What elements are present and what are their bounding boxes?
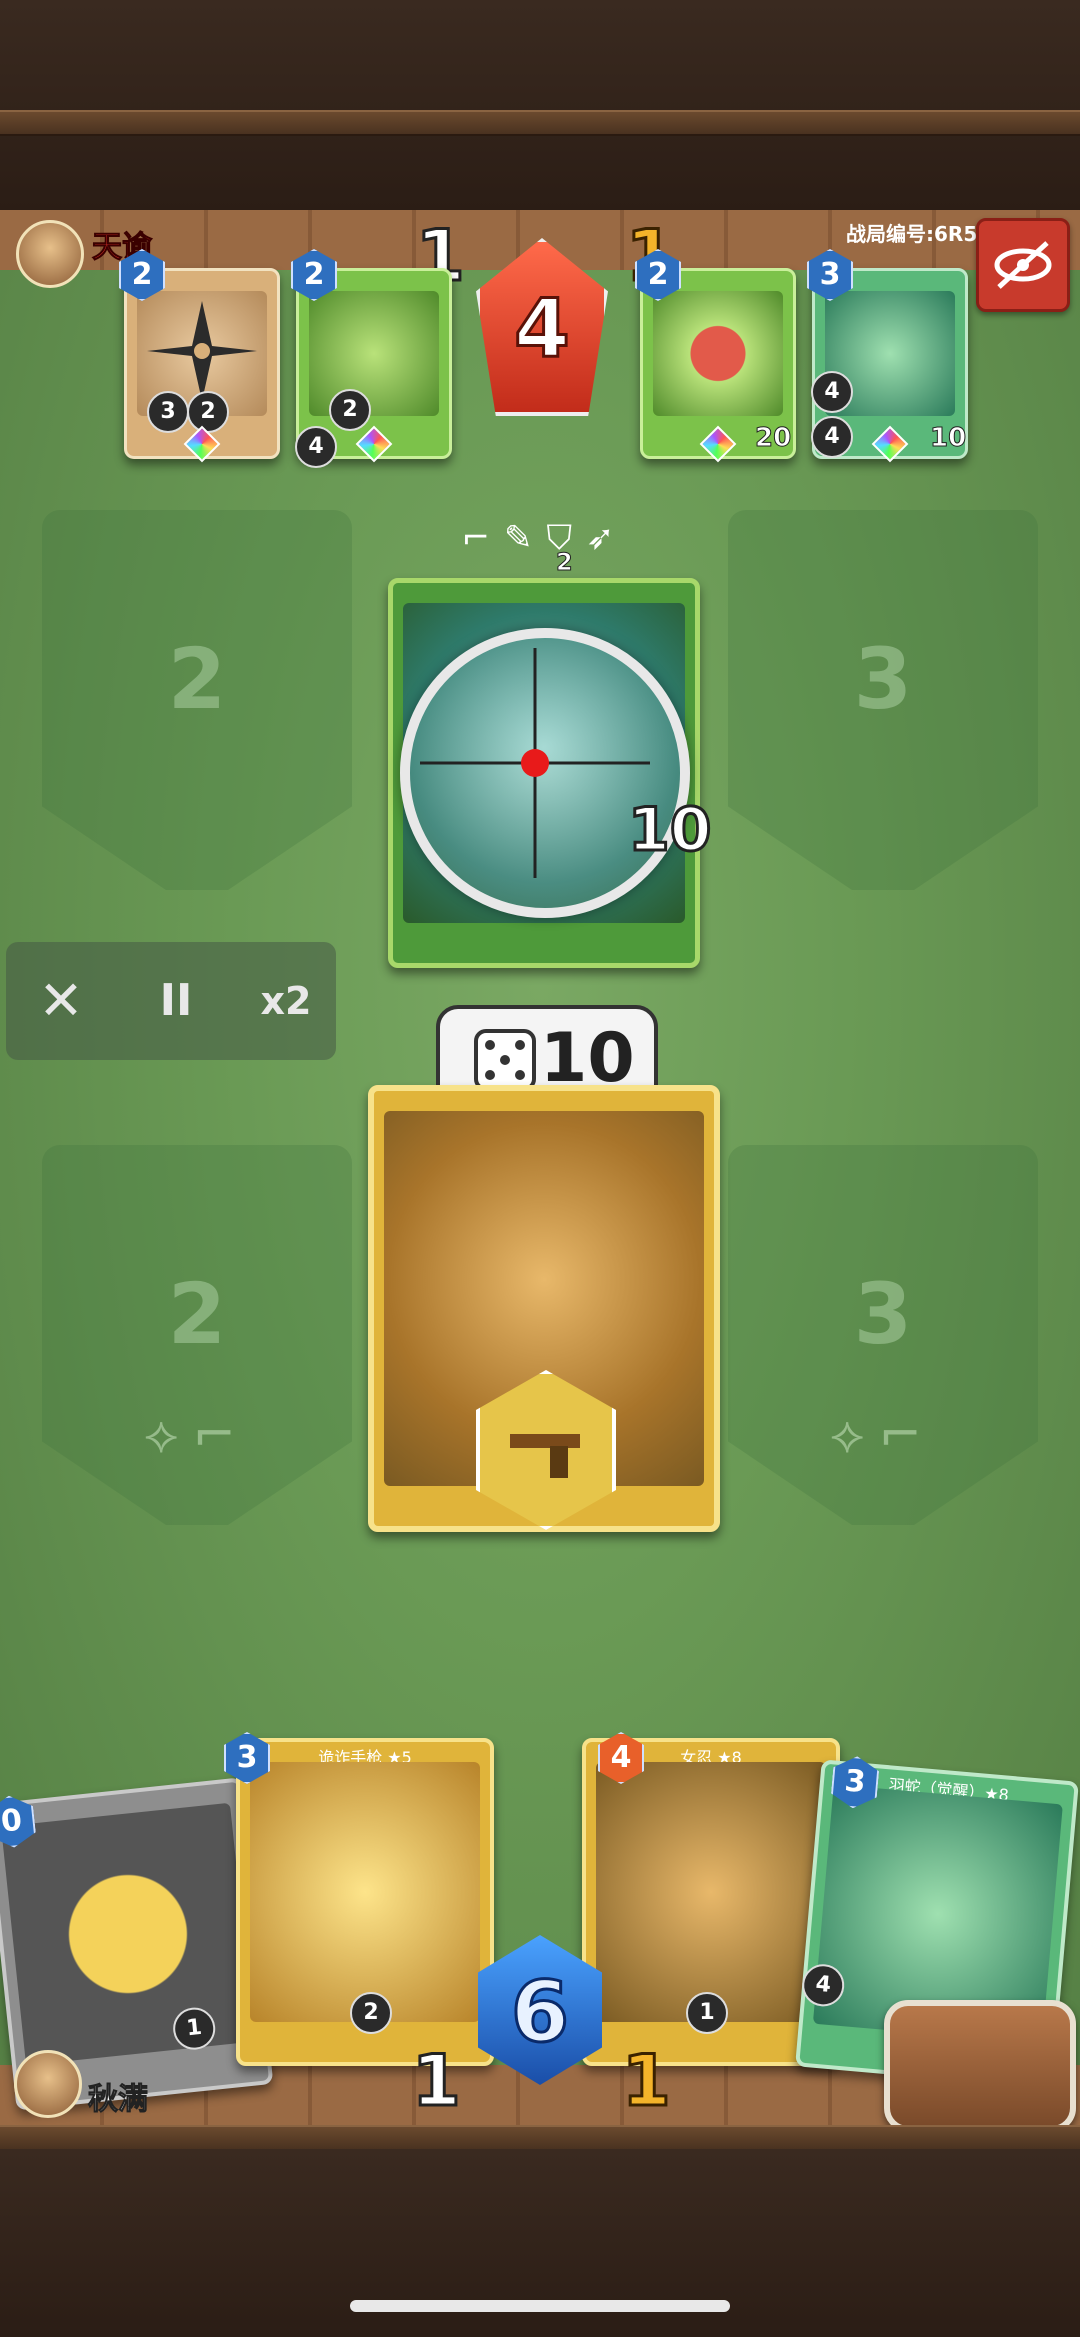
card-health: 20: [754, 423, 792, 454]
pause-button[interactable]: II: [136, 962, 216, 1040]
card-stat-b: 2: [187, 391, 229, 433]
target-card-badge: 2: [556, 548, 574, 577]
hook-icon: ⌐: [878, 1405, 936, 1465]
rarity-gem: [355, 425, 393, 463]
card-health: 10: [929, 423, 967, 454]
home-indicator[interactable]: [350, 2300, 730, 2312]
slot-icons: ⟡⌐: [728, 1405, 1038, 1466]
opponent-slot-2[interactable]: 2: [42, 510, 352, 890]
player-slot-3[interactable]: 3 ⟡⌐: [728, 1145, 1038, 1525]
target-card-traits: ⌐✎⛉➶: [440, 518, 650, 568]
speed-button[interactable]: x2: [246, 962, 326, 1040]
card-stat-b: 2: [329, 389, 371, 431]
card-art: [596, 1762, 826, 2022]
hide-button[interactable]: [976, 218, 1070, 312]
feather-icon: ✎: [504, 518, 547, 558]
opponent-card-3[interactable]: 2 20: [635, 249, 796, 463]
top-beam: [0, 110, 1080, 136]
player-avatar[interactable]: [14, 2050, 82, 2118]
card-stat: 2: [350, 1992, 392, 2034]
card-art: [1, 1802, 255, 2066]
hand-card-2[interactable]: 诡诈手枪 ★5 3 2: [224, 1732, 494, 2066]
opponent-card-4[interactable]: 3 4 4 10: [807, 249, 968, 463]
battle-controls: ✕ II x2: [6, 942, 336, 1060]
card-stat: 1: [686, 1992, 728, 2034]
opponent-avatar[interactable]: [16, 220, 84, 288]
player-name: 秋满: [88, 2082, 149, 2118]
pistol-icon: [510, 1434, 580, 1478]
rarity-gem: [871, 425, 909, 463]
target-health: 10: [627, 794, 713, 867]
card-art: [250, 1762, 480, 2022]
close-button[interactable]: ✕: [26, 962, 96, 1040]
player-left-score: 1: [411, 2039, 463, 2124]
bow-icon: ⟡: [144, 1405, 193, 1465]
card-stat-a: 4: [295, 426, 337, 468]
energy-value: 6: [509, 1962, 570, 2063]
rarity-gem: [699, 425, 737, 463]
slot-number: 2: [167, 1265, 227, 1363]
card-stat-a2: 4: [811, 416, 853, 458]
opponent-card-1[interactable]: 2 3 2: [119, 249, 280, 463]
slot-number: 3: [853, 630, 913, 728]
opponent-card-2[interactable]: 2 4 2: [291, 249, 452, 468]
slot-number: 2: [167, 630, 227, 728]
hook-icon: ⌐: [461, 518, 504, 558]
card-stat-a: 3: [147, 391, 189, 433]
card-stat-a: 4: [811, 371, 853, 413]
card-art: [309, 291, 439, 416]
arrow-icon: ➶: [586, 518, 629, 558]
player-slot-2[interactable]: 2 ⟡⌐: [42, 1145, 352, 1525]
round-number: 4: [513, 281, 572, 377]
top-frame: [0, 0, 1080, 210]
bow-icon: ⟡: [830, 1405, 879, 1465]
eye-off-icon: [994, 241, 1052, 289]
bottom-beam: [0, 2125, 1080, 2151]
hook-icon: ⌐: [192, 1405, 250, 1465]
slot-icons: ⟡⌐: [42, 1405, 352, 1466]
player-right-score: 1: [621, 2039, 673, 2124]
card-art: [653, 291, 783, 416]
end-turn-button[interactable]: [884, 2000, 1076, 2132]
crosshair: [400, 628, 690, 918]
slot-number: 3: [853, 1265, 913, 1363]
opponent-slot-3[interactable]: 3: [728, 510, 1038, 890]
